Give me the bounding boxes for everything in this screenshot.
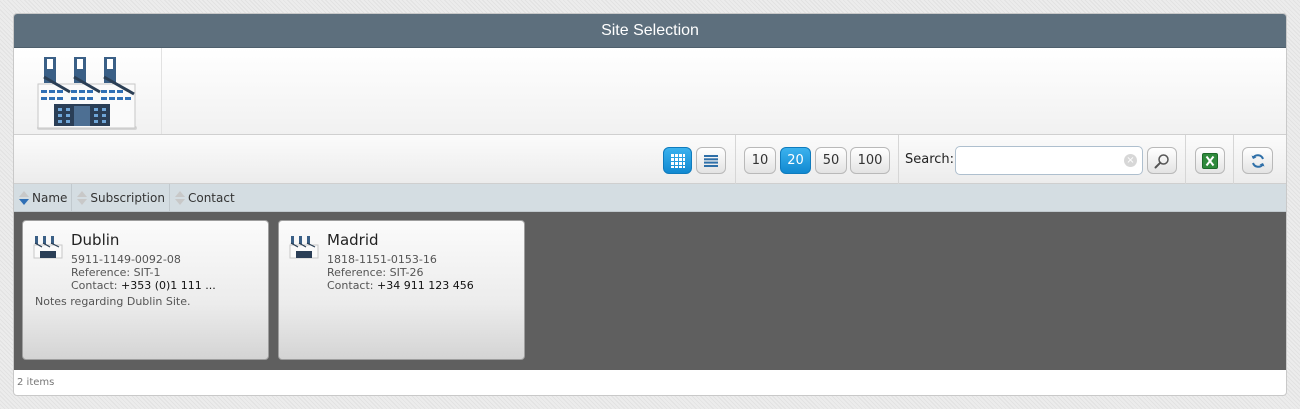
list-view-button[interactable] (696, 147, 726, 174)
sort-arrow-icon (74, 190, 90, 205)
footer: 2 items (14, 370, 1286, 394)
site-cards-area: Dublin 5911-1149-0092-08 Reference: SIT-… (14, 212, 1286, 370)
reference-label: Reference: (327, 266, 387, 279)
site-subscription: 1818-1151-0153-16 (327, 253, 437, 266)
site-notes: Notes regarding Dublin Site. (35, 295, 191, 308)
site-reference: Reference: SIT-1 (71, 266, 161, 279)
toolbar-divider (735, 135, 736, 184)
reference-label: Reference: (71, 266, 131, 279)
reference-value: SIT-1 (133, 266, 161, 279)
site-contact: Contact: +353 (0)1 111 ... (71, 279, 216, 292)
toolbar-divider (898, 135, 899, 184)
factory-icon (37, 57, 137, 130)
grid-icon (670, 153, 685, 168)
magnifier-icon (1154, 153, 1169, 168)
page-size-100-button[interactable]: 100 (850, 147, 890, 174)
site-card-dublin[interactable]: Dublin 5911-1149-0092-08 Reference: SIT-… (22, 220, 269, 360)
grid-view-button[interactable] (663, 147, 692, 174)
page-size-10-label: 10 (751, 153, 769, 168)
refresh-icon (1251, 153, 1264, 168)
list-icon (704, 154, 718, 167)
logo-area (14, 48, 162, 134)
window-title: Site Selection (601, 21, 699, 39)
clear-icon[interactable]: × (1124, 154, 1137, 167)
site-name: Dublin (71, 231, 120, 249)
page-size-10-button[interactable]: 10 (744, 147, 776, 174)
contact-value: +34 911 123 456 (377, 279, 474, 292)
page-size-50-button[interactable]: 50 (815, 147, 847, 174)
toolbar: 10 20 50 100 Search: × (14, 135, 1286, 184)
site-reference: Reference: SIT-26 (327, 266, 424, 279)
contact-label: Contact: (327, 279, 374, 292)
site-contact: Contact: +34 911 123 456 (327, 279, 474, 292)
toolbar-divider (1185, 135, 1186, 184)
item-count: 2 items (17, 376, 55, 388)
sort-column-subscription[interactable]: Subscription (72, 183, 170, 212)
site-subscription: 5911-1149-0092-08 (71, 253, 181, 266)
site-name: Madrid (327, 231, 379, 249)
excel-icon (1202, 152, 1218, 169)
header-band (14, 48, 1286, 135)
factory-icon (289, 236, 319, 259)
refresh-button[interactable] (1242, 147, 1273, 174)
sort-column-contact[interactable]: Contact (170, 184, 239, 212)
sort-arrow-icon (16, 190, 32, 205)
title-bar: Site Selection (14, 14, 1286, 48)
sort-arrow-icon (172, 190, 188, 205)
page-size-20-label: 20 (787, 153, 804, 168)
contact-value: +353 (0)1 111 ... (121, 279, 216, 292)
search-input[interactable] (955, 146, 1143, 175)
search-label: Search: (905, 152, 955, 167)
sort-bar: Name Subscription Contact (14, 183, 1286, 212)
search-button[interactable] (1147, 147, 1177, 174)
page-size-50-label: 50 (822, 153, 840, 168)
sort-column-label: Contact (187, 190, 235, 205)
site-selection-window: Site Selection 10 20 50 100 Search: × Na… (13, 13, 1287, 396)
page-size-100-label: 100 (857, 153, 883, 168)
sort-column-label: Name (32, 190, 68, 205)
export-excel-button[interactable] (1195, 147, 1225, 174)
site-card-madrid[interactable]: Madrid 1818-1151-0153-16 Reference: SIT-… (278, 220, 525, 360)
sort-column-name[interactable]: Name (14, 183, 73, 212)
contact-label: Contact: (71, 279, 118, 292)
reference-value: SIT-26 (389, 266, 424, 279)
factory-icon (33, 236, 63, 259)
page-size-20-button[interactable]: 20 (780, 147, 811, 174)
sort-column-label: Subscription (90, 190, 165, 205)
toolbar-divider (1233, 135, 1234, 184)
